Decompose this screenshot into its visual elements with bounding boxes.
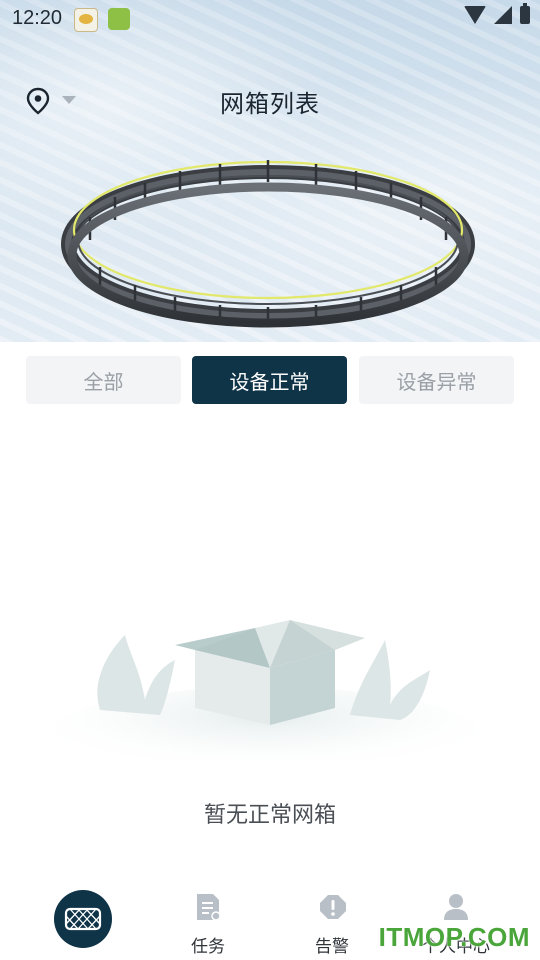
task-icon xyxy=(197,894,221,921)
tab-device-normal[interactable]: 设备正常 xyxy=(192,356,347,404)
net-cage-icon xyxy=(64,907,102,931)
hero-banner: 12:20 网箱列表 xyxy=(0,0,540,342)
app-notification-icon xyxy=(74,8,98,32)
signal-icon xyxy=(494,6,512,24)
alarm-icon xyxy=(320,895,346,919)
nav-alarm-label: 告警 xyxy=(315,937,349,957)
nav-item-alarm[interactable]: 告警 xyxy=(282,880,382,960)
app-notification-icon xyxy=(108,8,130,30)
net-cage-image xyxy=(61,160,475,328)
status-bar: 12:20 xyxy=(0,0,540,36)
status-time: 12:20 xyxy=(12,7,63,29)
nav-home-active-circle xyxy=(54,890,112,948)
watermark-text: ITMOP.COM xyxy=(378,922,530,952)
wifi-icon xyxy=(464,6,486,24)
nav-item-net-cage[interactable] xyxy=(33,880,133,960)
person-icon xyxy=(444,894,468,920)
page-title: 网箱列表 xyxy=(220,90,320,118)
status-filter-tabs: 全部 设备正常 设备异常 xyxy=(26,356,514,404)
empty-box-illustration xyxy=(50,620,480,760)
tab-device-abnormal[interactable]: 设备异常 xyxy=(359,356,514,404)
tab-all[interactable]: 全部 xyxy=(26,356,181,404)
nav-task-label: 任务 xyxy=(191,937,225,957)
battery-icon xyxy=(520,3,530,24)
nav-item-task[interactable]: 任务 xyxy=(158,880,258,960)
empty-state-message: 暂无正常网箱 xyxy=(203,803,336,828)
